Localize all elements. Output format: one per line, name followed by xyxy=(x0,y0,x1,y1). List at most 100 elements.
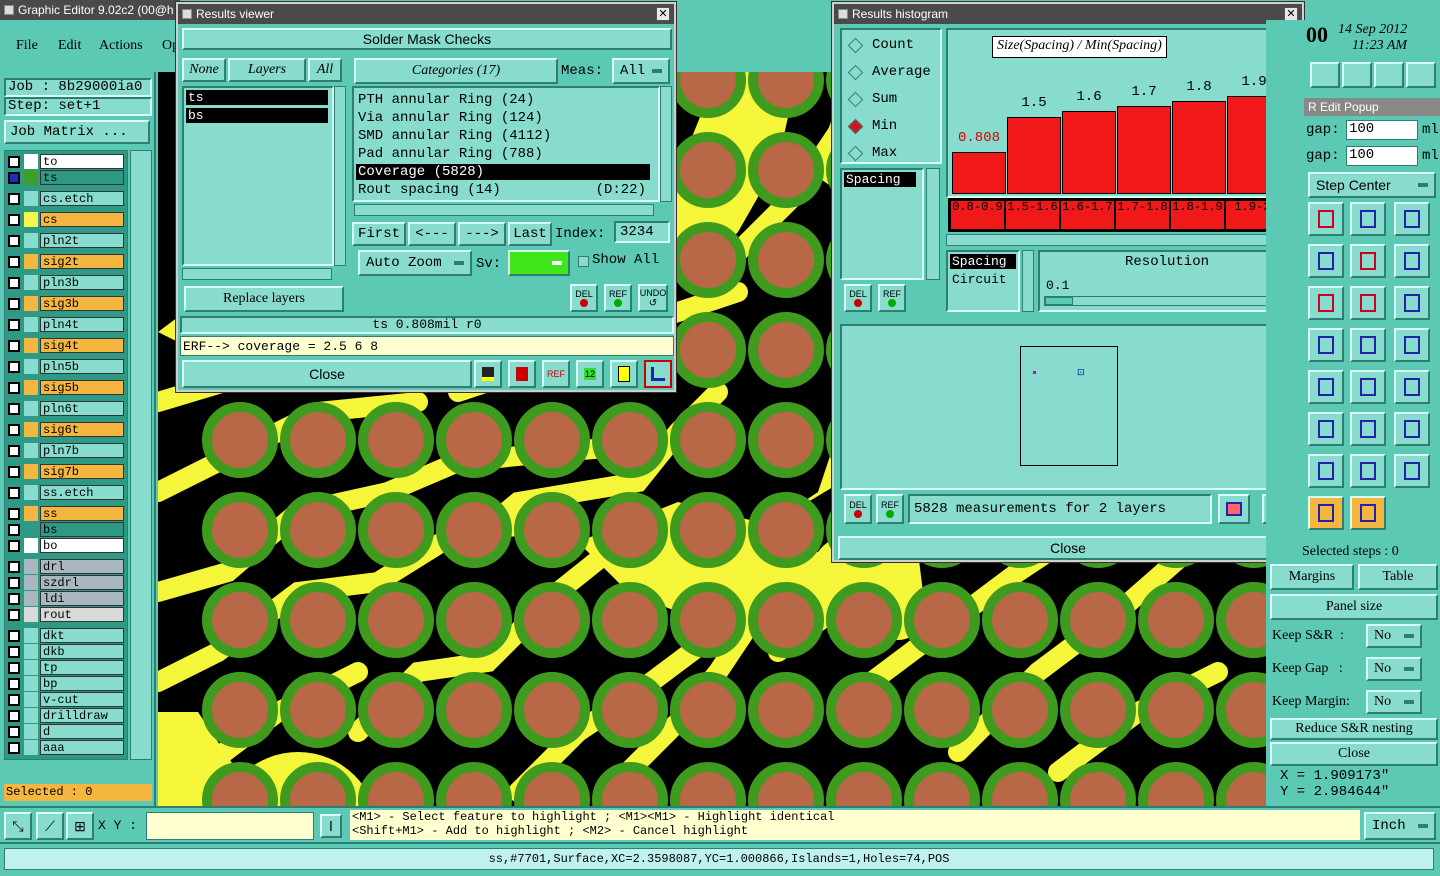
pcb-pad[interactable] xyxy=(202,492,278,568)
layer-checkbox[interactable] xyxy=(8,466,20,478)
layer-name[interactable]: ldi xyxy=(40,591,124,606)
layer-color-swatch[interactable] xyxy=(24,443,38,458)
margins-button[interactable]: Margins xyxy=(1270,564,1354,590)
pcb-pad[interactable] xyxy=(748,132,824,208)
step-tool-icon[interactable] xyxy=(1350,244,1386,278)
prev-button[interactable]: <--- xyxy=(408,222,456,246)
layer-row[interactable]: pln5b xyxy=(6,359,124,374)
layer-name[interactable]: pln5b xyxy=(40,359,124,374)
layer-row[interactable]: v-cut xyxy=(6,692,124,707)
units-dropdown[interactable]: Inch xyxy=(1364,812,1436,840)
layer-row[interactable]: sig2t xyxy=(6,254,124,269)
xy-input[interactable] xyxy=(146,812,314,840)
last-button[interactable]: Last xyxy=(508,222,552,246)
pcb-pad[interactable] xyxy=(592,492,668,568)
none-button[interactable]: None xyxy=(182,58,226,82)
layer-row[interactable]: ts xyxy=(6,170,124,185)
histogram-bar[interactable] xyxy=(1062,111,1116,194)
pcb-pad[interactable] xyxy=(748,492,824,568)
hist-ref-button[interactable]: REF xyxy=(878,284,906,312)
layer-name[interactable]: ss xyxy=(40,506,124,521)
layer-checkbox[interactable] xyxy=(8,540,20,552)
close-icon[interactable]: ✕ xyxy=(1284,7,1298,21)
layer-name[interactable]: drilldraw xyxy=(40,708,124,723)
layer-color-swatch[interactable] xyxy=(24,233,38,248)
radio-diamond-icon[interactable] xyxy=(847,37,864,54)
layer-checkbox[interactable] xyxy=(8,319,20,331)
gap1-field[interactable]: 100 xyxy=(1346,120,1418,140)
pcb-pad[interactable] xyxy=(280,582,356,658)
layer-checkbox[interactable] xyxy=(8,361,20,373)
step-tool-icon[interactable] xyxy=(1308,454,1344,488)
layer-color-swatch[interactable] xyxy=(24,607,38,622)
layer-color-swatch[interactable] xyxy=(24,692,38,707)
layer-checkbox[interactable] xyxy=(8,609,20,621)
toolbar-icon-a[interactable] xyxy=(1310,62,1340,88)
category-item[interactable]: PTH annular Ring (24) xyxy=(356,92,650,108)
layer-color-swatch[interactable] xyxy=(24,485,38,500)
layer-name[interactable]: sig7b xyxy=(40,464,124,479)
layer-color-swatch[interactable] xyxy=(24,212,38,227)
step-tool-icon[interactable] xyxy=(1394,328,1430,362)
layer-color-swatch[interactable] xyxy=(24,724,38,739)
hist-del-button-2[interactable]: DEL xyxy=(844,494,872,524)
layer-row[interactable]: ldi xyxy=(6,591,124,606)
info-icon[interactable]: ǀ xyxy=(320,814,342,838)
resolution-slider[interactable] xyxy=(1044,296,1290,306)
step-tool-icon[interactable] xyxy=(1308,412,1344,446)
measure-item-spacing[interactable]: Spacing xyxy=(844,172,916,187)
layer-checkbox[interactable] xyxy=(8,172,20,184)
category-item[interactable]: Rout spacing (14) (D:22) xyxy=(356,182,650,198)
layer-row[interactable]: tp xyxy=(6,660,124,675)
step-center-dropdown[interactable]: Step Center xyxy=(1308,172,1436,198)
histogram-icon[interactable] xyxy=(644,360,672,388)
pcb-pad[interactable] xyxy=(670,222,746,298)
toolbar-icon-c[interactable] xyxy=(1374,62,1404,88)
layer-checkbox[interactable] xyxy=(8,445,20,457)
radio-diamond-icon[interactable] xyxy=(847,64,864,81)
layer-checkbox[interactable] xyxy=(8,524,20,536)
layer-row[interactable]: pln4t xyxy=(6,317,124,332)
panel-size-button[interactable]: Panel size xyxy=(1270,594,1438,620)
step-tool-icon[interactable] xyxy=(1350,328,1386,362)
step-tool-icon[interactable] xyxy=(1394,202,1430,236)
slider-thumb[interactable] xyxy=(1045,297,1073,305)
layer-name[interactable]: drl xyxy=(40,559,124,574)
select-arrow-icon[interactable]: ⤡ xyxy=(4,812,32,840)
keep-sr-dropdown[interactable]: No xyxy=(1366,624,1422,648)
pcb-pad[interactable] xyxy=(280,672,356,748)
layer-checkbox[interactable] xyxy=(8,726,20,738)
category-item[interactable]: SMD annular Ring (4112) xyxy=(356,128,650,144)
pcb-pad[interactable] xyxy=(514,582,590,658)
layer-color-swatch[interactable] xyxy=(24,522,38,537)
layer-checkbox[interactable] xyxy=(8,487,20,499)
layer-name[interactable]: rout xyxy=(40,607,124,622)
histogram-hscroll[interactable] xyxy=(946,234,1298,246)
pcb-pad[interactable] xyxy=(280,402,356,478)
measure-list-scroll[interactable] xyxy=(926,168,940,280)
pcb-pad[interactable] xyxy=(436,582,512,658)
pcb-pad[interactable] xyxy=(358,492,434,568)
layer-row[interactable]: bp xyxy=(6,676,124,691)
layer-list-vscroll[interactable] xyxy=(334,86,346,266)
histogram-bar[interactable] xyxy=(952,152,1006,194)
gap2-field[interactable]: 100 xyxy=(1346,146,1418,166)
layer-name[interactable]: bo xyxy=(40,538,124,553)
pcb-pad[interactable] xyxy=(670,672,746,748)
step-tool-icon[interactable] xyxy=(1350,286,1386,320)
layer-color-swatch[interactable] xyxy=(24,380,38,395)
export-icon[interactable] xyxy=(508,360,536,388)
hist-del-button[interactable]: DEL xyxy=(844,284,872,312)
layer-color-swatch[interactable] xyxy=(24,506,38,521)
layer-row[interactable]: drl xyxy=(6,559,124,574)
layer-row[interactable]: pln7b xyxy=(6,443,124,458)
step-tool-icon[interactable] xyxy=(1394,244,1430,278)
auto-zoom-dropdown[interactable]: Auto Zoom xyxy=(358,250,472,276)
pcb-pad[interactable] xyxy=(280,492,356,568)
pcb-pad[interactable] xyxy=(436,492,512,568)
grid-snap-icon[interactable]: ⊞ xyxy=(66,812,94,840)
toolbar-icon-d[interactable] xyxy=(1406,62,1436,88)
layer-scroll[interactable] xyxy=(130,150,152,760)
layer-color-swatch[interactable] xyxy=(24,660,38,675)
pcb-pad[interactable] xyxy=(592,672,668,748)
